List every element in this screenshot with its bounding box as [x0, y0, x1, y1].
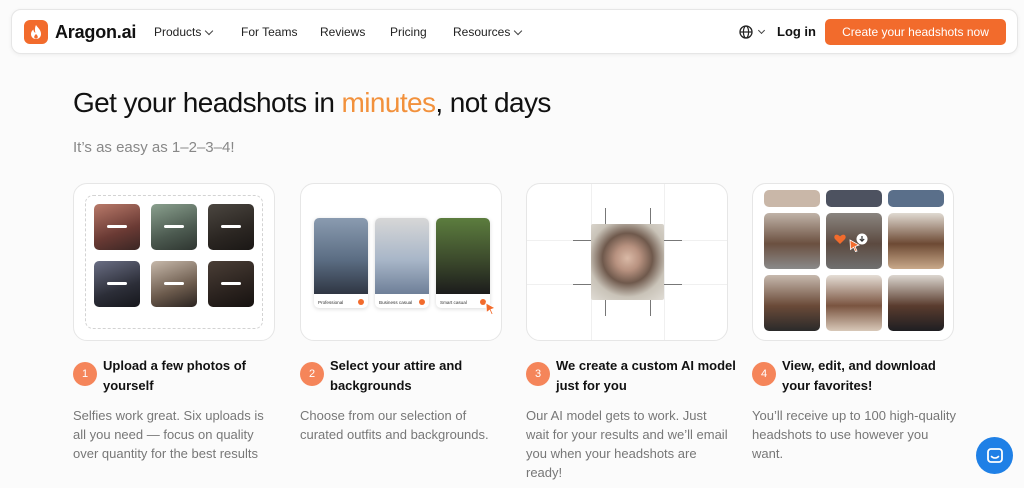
heart-icon[interactable] — [834, 234, 846, 245]
chevron-down-icon — [757, 26, 766, 35]
nav-pricing[interactable]: Pricing — [390, 25, 427, 39]
nav-products[interactable]: Products — [154, 25, 214, 39]
brand-logo[interactable]: Aragon.ai — [24, 20, 136, 44]
upload-bar — [221, 225, 241, 228]
crop-mark — [664, 284, 682, 285]
gallery-photo[interactable] — [826, 213, 882, 269]
crop-mark — [650, 300, 651, 316]
page-title: Get your headshots in minutes, not days — [73, 87, 551, 119]
crop-mark — [605, 300, 606, 316]
nav-for-teams-label: For Teams — [241, 25, 298, 39]
nav-reviews[interactable]: Reviews — [320, 25, 365, 39]
outfit-photo — [375, 218, 429, 294]
upload-illustration-card — [73, 183, 275, 341]
top-navbar: Aragon.ai Products For Teams Reviews Pri… — [11, 9, 1018, 54]
crop-mark — [573, 284, 591, 285]
crop-mark — [664, 240, 682, 241]
gallery-photo[interactable] — [764, 275, 820, 331]
outfit-option[interactable]: Business casual — [375, 218, 429, 308]
nav-reviews-label: Reviews — [320, 25, 366, 39]
check-icon — [419, 299, 425, 305]
step-title: View, edit, and download your favorites! — [782, 358, 936, 393]
gallery-photo[interactable] — [826, 275, 882, 331]
title-part-2: , not days — [435, 87, 551, 118]
gallery-photo[interactable] — [764, 213, 820, 269]
upload-photo — [94, 261, 140, 307]
attire-illustration-card: Professional Business casual Smart casua… — [300, 183, 502, 341]
upload-bar — [164, 225, 184, 228]
outfit-option[interactable]: Smart casual — [436, 218, 490, 308]
language-selector[interactable] — [739, 25, 766, 39]
gallery-photo[interactable] — [888, 190, 944, 207]
step-number-badge: 2 — [300, 362, 324, 386]
gallery-photo[interactable] — [888, 213, 944, 269]
nav-products-label: Products — [154, 25, 202, 39]
step-description: Selfies work great. Six uploads is all y… — [73, 408, 264, 461]
step-title: Select your attire and backgrounds — [330, 358, 463, 393]
chat-icon — [986, 447, 1003, 463]
brand-name: Aragon.ai — [55, 21, 137, 42]
flame-logo-icon — [24, 20, 48, 44]
upload-photo — [208, 204, 254, 250]
gallery-photo[interactable] — [826, 190, 882, 207]
upload-bar — [221, 282, 241, 285]
upload-photo — [151, 261, 197, 307]
ai-model-illustration-card — [526, 183, 728, 341]
upload-bar — [164, 282, 184, 285]
nav-resources[interactable]: Resources — [453, 25, 523, 39]
check-icon — [358, 299, 364, 305]
upload-photo — [208, 261, 254, 307]
globe-icon — [739, 25, 753, 39]
gallery-photo[interactable] — [888, 275, 944, 331]
generated-portrait — [591, 224, 664, 300]
login-link[interactable]: Log in — [777, 24, 816, 39]
page-subtitle: It’s as easy as 1–2–3–4! — [73, 139, 235, 156]
step-title: Upload a few photos of yourself — [103, 358, 246, 393]
upload-bar — [107, 282, 127, 285]
title-part-1: Get your headshots in — [73, 87, 342, 118]
crop-mark — [573, 240, 591, 241]
upload-bar — [107, 225, 127, 228]
nav-resources-label: Resources — [453, 25, 511, 39]
create-headshots-button[interactable]: Create your headshots now — [825, 19, 1006, 45]
crop-mark — [605, 208, 606, 224]
step-number-badge: 3 — [526, 362, 550, 386]
chevron-down-icon — [514, 26, 523, 35]
nav-for-teams[interactable]: For Teams — [241, 25, 297, 39]
upload-photo — [151, 204, 197, 250]
step-title: We create a custom AI model just for you — [556, 358, 736, 393]
crop-mark — [650, 208, 651, 224]
step-number-badge: 1 — [73, 362, 97, 386]
title-highlight: minutes — [341, 87, 436, 118]
outfit-option[interactable]: Professional — [314, 218, 368, 308]
step-description: Choose from our selection of curated out… — [300, 408, 489, 442]
step-description: You’ll receive up to 100 high-quality he… — [752, 408, 957, 461]
outfit-photo — [314, 218, 368, 294]
upload-photo — [94, 204, 140, 250]
gallery-illustration-card — [752, 183, 954, 341]
gallery-photo[interactable] — [764, 190, 820, 207]
guide-line — [664, 184, 665, 340]
outfit-photo — [436, 218, 490, 294]
cursor-icon — [849, 239, 860, 253]
step-description: Our AI model gets to work. Just wait for… — [526, 408, 728, 480]
step-number-badge: 4 — [752, 362, 776, 386]
cursor-icon — [485, 302, 496, 316]
chevron-down-icon — [205, 26, 214, 35]
chat-launcher-button[interactable] — [976, 437, 1013, 474]
nav-pricing-label: Pricing — [390, 25, 427, 39]
outfit-label: Business casual — [379, 300, 413, 305]
outfit-label: Professional — [318, 300, 344, 305]
outfit-label: Smart casual — [440, 300, 467, 305]
